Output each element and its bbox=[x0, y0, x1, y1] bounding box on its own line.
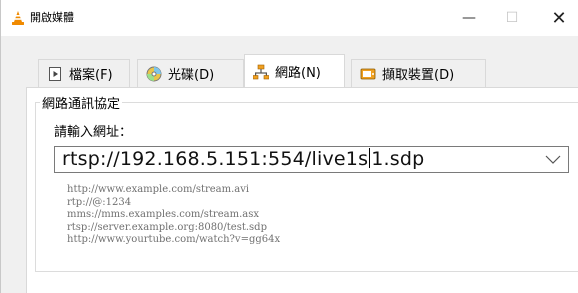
example-url: rtsp://server.example.org:8080/test.sdp bbox=[67, 221, 267, 233]
url-examples: http://www.example.com/stream.avi rtp://… bbox=[67, 184, 280, 247]
tab-bar: 檔案(F) 光碟(D) 網路(N) 擷取裝置(D) bbox=[1, 36, 578, 92]
close-button[interactable]: ✕ bbox=[539, 0, 578, 36]
network-tab-panel: 網路通訊協定 請輸入網址： rtsp://192.168.5.151:554/l… bbox=[26, 87, 578, 293]
tab-label: 檔案(F) bbox=[69, 68, 113, 83]
example-url: http://www.yourtube.com/watch?v=gg64x bbox=[67, 234, 281, 246]
chevron-down-icon[interactable] bbox=[540, 149, 566, 170]
url-prompt-label: 請輸入網址： bbox=[54, 125, 133, 140]
tab-label: 光碟(D) bbox=[168, 68, 215, 83]
title-bar: 開啟媒體 — ☐ ✕ bbox=[1, 0, 578, 36]
tab-capture-device[interactable]: 擷取裝置(D) bbox=[351, 59, 486, 87]
url-input[interactable]: rtsp://192.168.5.151:554/live1s 1.sdp bbox=[62, 147, 424, 172]
open-media-dialog: 開啟媒體 — ☐ ✕ 檔案(F) 光碟(D) 網路(N) 擷取裝置(D) 網路通… bbox=[0, 0, 578, 293]
window-title: 開啟媒體 bbox=[30, 11, 74, 24]
url-text-before-cursor: rtsp://192.168.5.151:554/live1s bbox=[62, 148, 369, 170]
vlc-cone-icon bbox=[12, 11, 24, 25]
network-icon bbox=[253, 64, 269, 79]
url-text-after-cursor: 1.sdp bbox=[371, 148, 425, 170]
tab-file[interactable]: 檔案(F) bbox=[38, 59, 130, 87]
example-url: mms://mms.examples.com/stream.asx bbox=[67, 209, 259, 221]
group-title: 網路通訊協定 bbox=[40, 97, 123, 112]
disc-icon bbox=[146, 66, 162, 81]
minimize-button[interactable]: — bbox=[449, 0, 489, 36]
url-combobox[interactable]: rtsp://192.168.5.151:554/live1s 1.sdp bbox=[54, 146, 569, 173]
file-icon bbox=[49, 66, 61, 81]
example-url: http://www.example.com/stream.avi bbox=[67, 184, 250, 195]
example-url: rtp://@:1234 bbox=[67, 196, 132, 208]
maximize-button[interactable]: ☐ bbox=[492, 0, 532, 36]
tab-label: 擷取裝置(D) bbox=[382, 68, 455, 83]
capture-device-icon bbox=[360, 68, 376, 79]
tab-disc[interactable]: 光碟(D) bbox=[137, 59, 244, 87]
tab-label: 網路(N) bbox=[275, 66, 321, 81]
tab-network[interactable]: 網路(N) bbox=[244, 54, 345, 88]
